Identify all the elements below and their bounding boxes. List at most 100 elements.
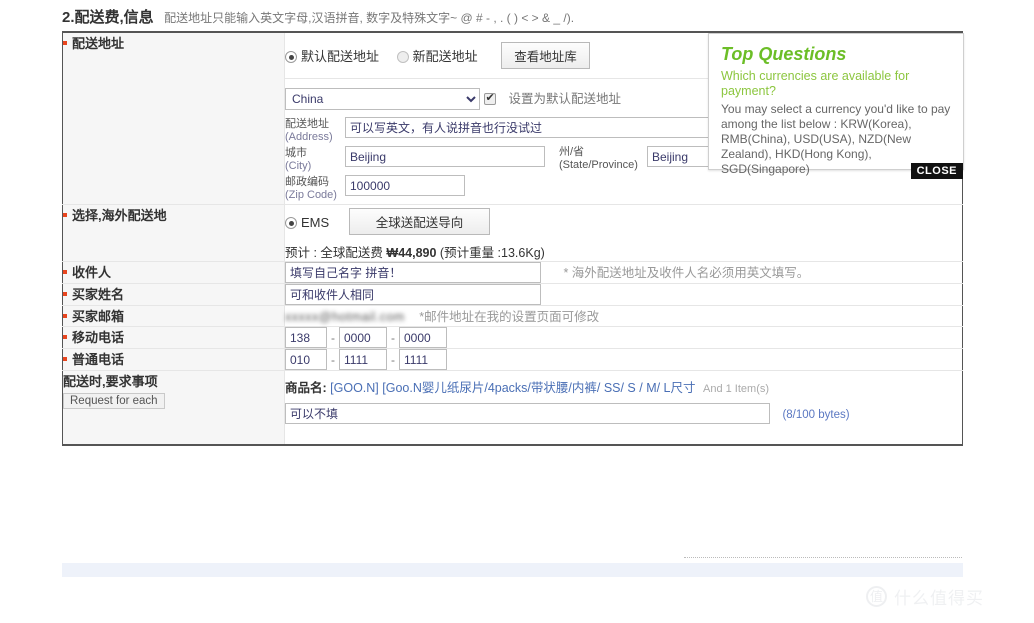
label-text: 配送地址	[72, 36, 125, 51]
top-questions-question: Which currencies are available for payme…	[721, 69, 910, 98]
required-dot-icon	[63, 335, 67, 340]
address-book-button[interactable]: 查看地址库	[501, 42, 590, 69]
cell-buyer-email: xxxxx@hotmail.com *邮件地址在我的设置页面可修改	[284, 305, 963, 327]
shipping-estimate: 预计 : 全球配送费 ₩44,890 (预计重量 :13.6Kg)	[285, 242, 962, 261]
radio-default-address[interactable]: 默认配送地址	[285, 49, 383, 64]
city-field-label: 城市 (City)	[285, 146, 345, 172]
product-line: 商品名: [GOO.N] [Goo.N婴儿纸尿片/4packs/带状腰/内裤/ …	[285, 371, 962, 396]
required-dot-icon	[63, 292, 67, 297]
recipient-input[interactable]	[285, 262, 541, 283]
mobile-phone-part3[interactable]	[399, 327, 447, 348]
radio-new-label: 新配送地址	[412, 49, 478, 64]
radio-icon-default[interactable]	[285, 51, 297, 63]
carrier-label: EMS	[301, 215, 330, 230]
radio-icon-new[interactable]	[396, 51, 409, 63]
table-row-buyer-name: 买家姓名	[62, 283, 963, 306]
cell-request: 商品名: [GOO.N] [Goo.N婴儿纸尿片/4packs/带状腰/内裤/ …	[284, 370, 963, 445]
label-shipping-address: 配送地址	[62, 32, 285, 205]
buyer-name-input[interactable]	[285, 284, 541, 305]
label-text: 移动电话	[72, 330, 125, 345]
required-dot-icon	[63, 314, 67, 319]
country-select[interactable]: China	[285, 88, 480, 110]
required-dot-icon	[63, 270, 67, 275]
table-row-recipient: 收件人 * 海外配送地址及收件人名必须用英文填写。	[62, 261, 963, 284]
page-root: 2.配送费,信息 配送地址只能输入英文字母,汉语拼音, 数字及特殊文字~ @ #…	[0, 0, 1034, 623]
label-text: 普通电话	[72, 352, 125, 367]
address-field-label: 配送地址 (Address)	[285, 117, 345, 143]
buyer-email-value: xxxxx@hotmail.com	[285, 309, 405, 324]
required-dot-icon	[63, 41, 67, 46]
recipient-note: * 海外配送地址及收件人名必须用英文填写。	[563, 266, 810, 280]
address-label-en: (Address)	[285, 130, 333, 143]
radio-icon-ems[interactable]	[285, 217, 297, 229]
label-text: 买家邮箱	[72, 309, 125, 324]
estimate-weight: (预计重量 :13.6Kg)	[439, 246, 545, 260]
label-buyer-email: 买家邮箱	[62, 305, 285, 327]
cell-landline-phone: --	[284, 348, 963, 371]
landline-phone-part1[interactable]	[285, 349, 327, 370]
carrier-line: EMS 全球送配送导向	[285, 205, 962, 235]
label-mobile-phone: 移动电话	[62, 326, 285, 349]
request-input-line: (8/100 bytes)	[285, 403, 962, 424]
bottom-blue-strip	[62, 563, 963, 577]
estimate-prefix: 预计 : 全球配送费	[285, 246, 383, 260]
top-questions-title: Top Questions	[721, 44, 847, 64]
label-text: 收件人	[72, 265, 112, 280]
zip-input[interactable]	[345, 175, 465, 196]
table-row-landline-phone: 普通电话 --	[62, 348, 963, 371]
label-text: 选择,海外配送地	[72, 208, 167, 223]
bytes-counter: (8/100 bytes)	[782, 409, 850, 421]
radio-new-address[interactable]: 新配送地址	[396, 49, 482, 64]
mobile-phone-part2[interactable]	[339, 327, 387, 348]
watermark-badge-icon: 值	[866, 586, 887, 607]
watermark: 值 什么值得买	[866, 584, 984, 609]
cell-overseas-shipping: EMS 全球送配送导向 预计 : 全球配送费 ₩44,890 (预计重量 :13…	[284, 204, 963, 262]
watermark-text: 什么值得买	[894, 589, 984, 608]
address-input[interactable]	[345, 117, 760, 138]
phone-separator: -	[331, 352, 335, 367]
address-label-cn: 配送地址	[285, 118, 329, 130]
section-heading: 2.配送费,信息 配送地址只能输入英文字母,汉语拼音, 数字及特殊文字~ @ #…	[62, 6, 574, 27]
request-sub-label: Request for each	[63, 393, 165, 409]
label-overseas-shipping: 选择,海外配送地	[62, 204, 285, 262]
shipping-guide-button[interactable]: 全球送配送导向	[348, 208, 491, 235]
zip-label-en: (Zip Code)	[285, 188, 337, 201]
landline-phone-part3[interactable]	[399, 349, 447, 370]
cell-buyer-name	[284, 283, 963, 306]
cell-recipient: * 海外配送地址及收件人名必须用英文填写。	[284, 261, 963, 284]
state-label-en: (State/Province)	[559, 158, 638, 171]
landline-phone-part2[interactable]	[339, 349, 387, 370]
city-label-cn: 城市	[285, 147, 307, 159]
phone-separator: -	[331, 330, 335, 345]
label-request: 配送时,要求事项 Request for each	[62, 370, 285, 445]
estimate-amount: ₩44,890	[386, 246, 437, 260]
table-row-mobile-phone: 移动电话 - -	[62, 326, 963, 349]
zip-label-cn: 邮政编码	[285, 176, 329, 188]
table-row-buyer-email: 买家邮箱 xxxxx@hotmail.com *邮件地址在我的设置页面可修改	[62, 305, 963, 327]
city-input[interactable]	[345, 146, 545, 167]
product-key: 商品名:	[285, 381, 327, 395]
set-default-checkbox[interactable]	[484, 91, 497, 105]
buyer-email-note: *邮件地址在我的设置页面可修改	[419, 310, 600, 324]
mobile-phone-part1[interactable]	[285, 327, 327, 348]
label-text: 买家姓名	[72, 287, 125, 302]
section-title: 2.配送费,信息	[62, 9, 154, 26]
state-field-label: 州/省 (State/Province)	[559, 146, 647, 171]
section-note: 配送地址只能输入英文字母,汉语拼音, 数字及特殊文字~ @ # - , . ( …	[164, 11, 575, 25]
phone-separator: -	[391, 330, 395, 345]
label-text: 配送时,要求事项	[63, 374, 158, 389]
state-label-cn: 州/省	[559, 146, 585, 158]
label-recipient: 收件人	[62, 261, 285, 284]
zip-field-row: 邮政编码 (Zip Code)	[285, 175, 962, 201]
radio-default-label: 默认配送地址	[301, 49, 380, 64]
label-landline-phone: 普通电话	[62, 348, 285, 371]
label-buyer-name: 买家姓名	[62, 283, 285, 306]
dotted-divider	[684, 557, 962, 558]
table-row-request: 配送时,要求事项 Request for each 商品名: [GOO.N] […	[62, 370, 963, 445]
product-name-link[interactable]: [GOO.N] [Goo.N婴儿纸尿片/4packs/带状腰/内裤/ SS/ S…	[330, 381, 695, 395]
zip-field-label: 邮政编码 (Zip Code)	[285, 175, 345, 201]
item-count: And 1 Item(s)	[703, 383, 770, 395]
close-button[interactable]: CLOSE	[910, 163, 963, 179]
required-dot-icon	[63, 213, 67, 218]
request-input[interactable]	[285, 403, 770, 424]
